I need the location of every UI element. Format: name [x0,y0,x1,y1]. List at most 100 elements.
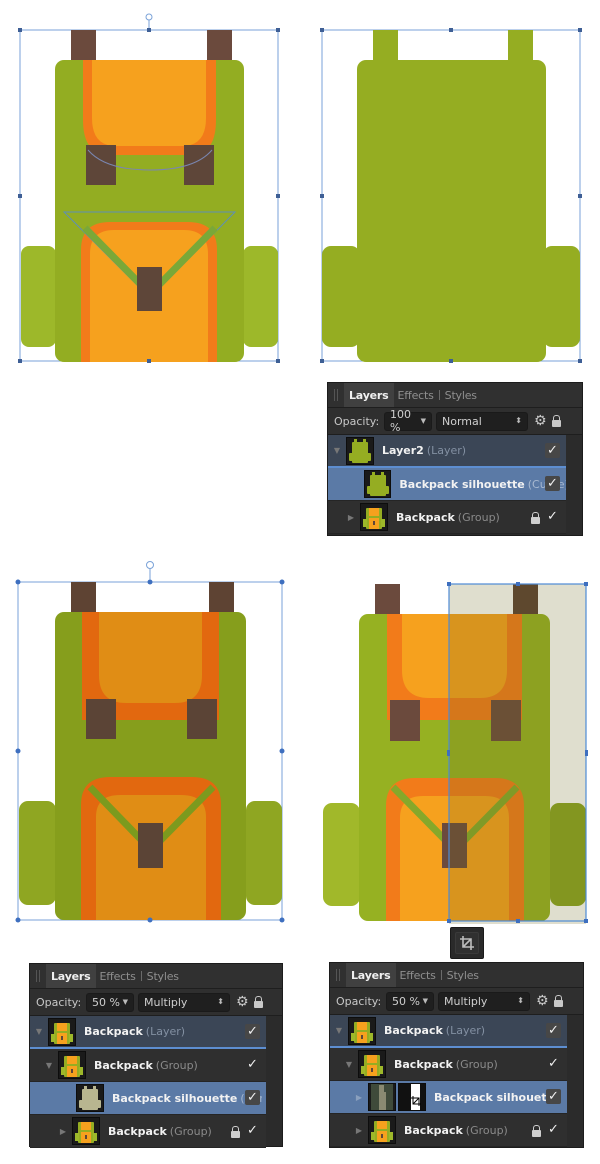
lock-icon[interactable] [231,1126,240,1138]
opacity-label: Opacity: [336,994,382,1008]
opacity-field[interactable]: 100 % ▼ [384,408,432,434]
tab-styles[interactable]: Styles [441,383,481,407]
tab-divider [140,971,142,981]
expand-down-icon[interactable]: ▼ [44,1061,54,1070]
side-pocket-left [21,246,56,347]
layer-thumbnail [368,1116,396,1144]
chevron-down-icon[interactable]: ▼ [423,997,428,1005]
layer-thumbnail [346,436,374,465]
side-pocket-left [323,803,360,906]
silhouette-mask-overlay [449,584,586,924]
layer-row[interactable]: Backpack silhouette(Curve) ✓ [30,1082,266,1115]
buckle-top-left [390,700,420,741]
layer-thumbnail [360,503,388,531]
layer-row[interactable]: ▼ Backpack (Group) ✓ [30,1049,266,1082]
gear-icon[interactable]: ⚙ [536,993,549,1009]
gear-icon[interactable]: ⚙ [534,413,547,429]
chevron-down-icon[interactable]: ▼ [123,998,128,1006]
panel-grip-handle[interactable] [330,963,346,987]
buckle-bottom [137,267,162,311]
expand-down-icon[interactable]: ▼ [334,1026,344,1035]
layer-row[interactable]: ▼ Backpack (Layer) ✓ [30,1016,266,1049]
visibility-checkbox[interactable]: ✓ [546,1089,561,1104]
expand-down-icon[interactable]: ▼ [332,446,342,455]
lock-icon[interactable] [553,995,563,1007]
lock-icon[interactable] [531,512,540,524]
handle-left [71,582,96,612]
blend-mode-select[interactable]: Normal ⬍ [436,411,528,431]
visibility-checkbox[interactable]: ✓ [546,1056,561,1071]
layer-thumbnail [58,1051,86,1079]
canvas-backpack-multiply[interactable] [10,555,290,930]
layer-row[interactable]: ▶ Backpack (Group) ✓ [328,501,566,534]
visibility-checkbox[interactable]: ✓ [545,443,560,458]
tab-effects[interactable]: Effects [96,964,140,988]
tab-styles[interactable]: Styles [143,964,183,988]
expand-right-icon[interactable]: ▶ [58,1127,68,1136]
visibility-checkbox[interactable]: ✓ [545,509,560,524]
expand-down-icon[interactable]: ▼ [344,1060,354,1069]
opacity-value: 50 % [392,994,420,1008]
canvas-backpack-selected[interactable] [10,10,290,370]
rotation-handle[interactable] [146,561,154,569]
visibility-checkbox[interactable]: ✓ [545,476,560,491]
rotation-handle[interactable] [145,13,153,21]
visibility-checkbox[interactable]: ✓ [245,1024,260,1039]
layer-name: Backpack (Group) [396,510,500,524]
visibility-checkbox[interactable]: ✓ [546,1023,561,1038]
layer-row[interactable]: ▼ Layer2 (Layer) ✓ [328,435,566,468]
expand-down-icon[interactable]: ▼ [34,1027,44,1036]
mask-thumbnail [398,1083,426,1111]
lock-icon[interactable] [253,996,263,1008]
blend-mode-select[interactable]: Multiply ⬍ [438,991,530,1011]
opacity-row: Opacity: 100 % ▼ Normal ⬍ ⚙ [328,408,582,435]
tab-effects[interactable]: Effects [396,963,440,987]
panel-scrollbar[interactable] [266,1017,282,1146]
layer-row[interactable]: Backpack silhouette(Curve) ✓ [328,468,566,501]
visibility-checkbox[interactable]: ✓ [546,1122,561,1137]
lock-icon[interactable] [551,415,561,427]
layers-panel-3: Layers Effects Styles Opacity: 50 % ▼ Mu… [329,962,584,1148]
visibility-checkbox[interactable]: ✓ [245,1057,260,1072]
opacity-field[interactable]: 50 % ▼ [386,991,434,1011]
visibility-checkbox[interactable]: ✓ [245,1090,260,1105]
visibility-checkbox[interactable]: ✓ [245,1123,260,1138]
blend-mode-select[interactable]: Multiply ⬍ [138,992,230,1012]
panel-grip-handle[interactable] [328,383,344,407]
tab-layers[interactable]: Layers [346,963,396,987]
tab-layers[interactable]: Layers [46,964,96,988]
opacity-label: Opacity: [334,414,380,428]
tab-effects[interactable]: Effects [394,383,438,407]
crop-icon [411,1096,421,1106]
layer-row[interactable]: ▼ Backpack (Layer) ✓ [330,1015,567,1048]
opacity-field[interactable]: 50 % ▼ [86,992,134,1012]
canvas-backpack-masked[interactable] [310,570,595,930]
gear-icon[interactable]: ⚙ [236,994,249,1010]
expand-right-icon[interactable]: ▶ [354,1126,364,1135]
expand-right-icon[interactable]: ▶ [346,513,356,522]
side-pocket-right [246,801,282,905]
handle-right [207,30,232,60]
layers-panel-2: Layers Effects Styles Opacity: 50 % ▼ Mu… [29,963,283,1148]
updown-arrows-icon: ⬍ [517,996,524,1005]
panel-scrollbar[interactable] [566,436,582,535]
canvas-backpack-silhouette[interactable] [310,10,590,370]
layer-row[interactable]: ▶ Backpack (Group) ✓ [30,1115,266,1148]
tab-layers[interactable]: Layers [344,383,394,407]
lock-icon[interactable] [532,1125,541,1137]
layer-name: Backpack (Layer) [84,1025,186,1038]
opacity-row: Opacity: 50 % ▼ Multiply ⬍ ⚙ [330,988,583,1015]
layer-thumbnail [348,1016,376,1045]
crop-tool-button[interactable] [450,927,484,959]
layer-row[interactable]: ▼ Backpack (Group) ✓ [330,1048,567,1081]
silhouette-shape [322,30,580,362]
expand-right-icon[interactable]: ▶ [354,1093,364,1102]
crop-icon [460,936,474,950]
layer-row[interactable]: ▶ Backpack silhouette ✓ [330,1081,567,1114]
panel-scrollbar[interactable] [567,1016,583,1147]
blend-mode-value: Normal [442,414,482,428]
tab-styles[interactable]: Styles [443,963,483,987]
chevron-down-icon[interactable]: ▼ [421,417,426,425]
layer-row[interactable]: ▶ Backpack (Group) ✓ [330,1114,567,1147]
panel-grip-handle[interactable] [30,964,46,988]
